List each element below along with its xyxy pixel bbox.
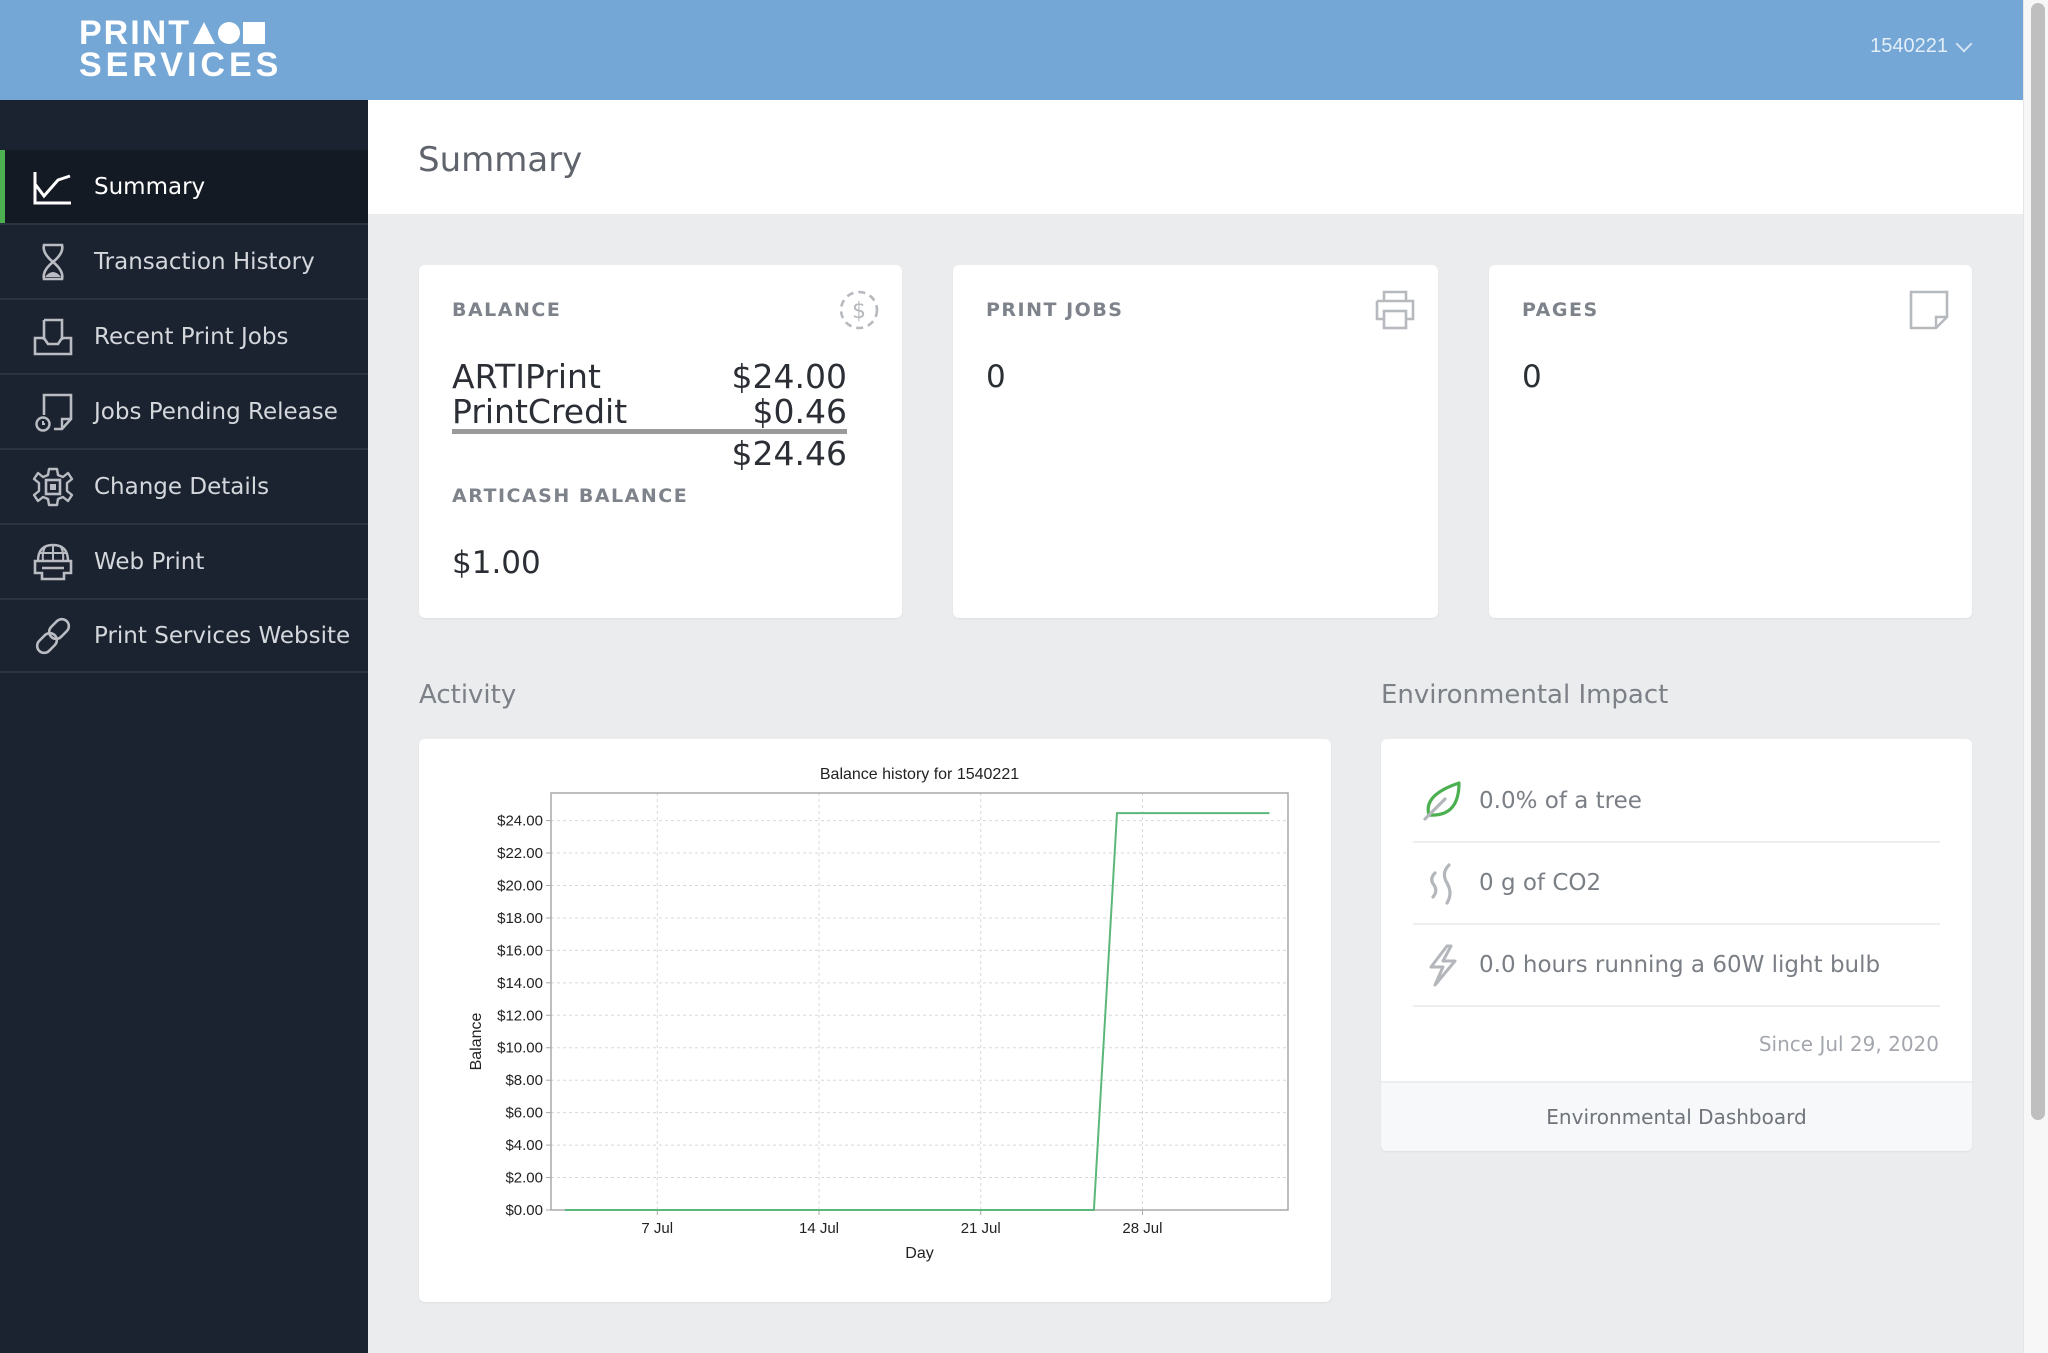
user-id: 1540221 <box>1870 35 1948 57</box>
print-services-logo[interactable]: PRINT SERVICES <box>79 14 283 84</box>
env-item-text: 0.0 hours running a 60W light bulb <box>1479 952 1881 978</box>
y-tick-label: $18.00 <box>497 910 543 927</box>
environmental-impact-title: Environmental Impact <box>1381 680 1669 710</box>
articash-balance-label: ARTICASH BALANCE <box>452 485 689 507</box>
env-item-co2: 0 g of CO2 <box>1413 843 1940 925</box>
sidebar-item-label: Print Services Website <box>94 622 351 649</box>
env-item-text: 0 g of CO2 <box>1479 870 1602 896</box>
y-tick-label: $20.00 <box>497 877 543 894</box>
pages-value: 0 <box>1522 359 1542 395</box>
hourglass-icon <box>42 243 64 280</box>
user-menu[interactable]: 1540221 <box>1870 35 1973 58</box>
chart-line-icon <box>33 171 71 204</box>
y-tick-label: $12.00 <box>497 1007 543 1024</box>
sidebar: Summary Transaction History Recent Print… <box>0 100 368 1353</box>
environmental-impact-card: 0.0% of a tree 0 g of CO2 0.0 hours runn… <box>1381 739 1972 1151</box>
balance-row-artiprint: ARTIPrint $24.00 <box>452 359 847 394</box>
link-icon <box>35 617 71 654</box>
x-tick-label: 21 Jul <box>961 1220 1001 1237</box>
chart-x-axis-label: Day <box>905 1245 933 1262</box>
chart-title: Balance history for 1540221 <box>820 766 1019 783</box>
balance-series-line <box>564 812 1270 1211</box>
inbox-tray-icon <box>33 318 73 355</box>
print-jobs-label: PRINT JOBS <box>986 299 1124 321</box>
print-jobs-value: 0 <box>986 359 1006 395</box>
x-tick-label: 28 Jul <box>1122 1220 1162 1237</box>
lightning-icon <box>1429 944 1457 987</box>
balance-account-amount: $0.46 <box>752 392 847 431</box>
chart-y-axis-label: Balance <box>468 1012 485 1070</box>
env-item-text: 0.0% of a tree <box>1479 788 1642 814</box>
page-title: Summary <box>418 140 583 180</box>
top-header: PRINT SERVICES 1540221 <box>0 0 2023 100</box>
gear-icon <box>32 467 74 506</box>
env-since-date: Since Jul 29, 2020 <box>1758 1032 1939 1056</box>
svg-text:$: $ <box>852 299 866 324</box>
balance-label: BALANCE <box>452 299 562 321</box>
sidebar-item-recent-print-jobs[interactable]: Recent Print Jobs <box>0 300 368 375</box>
env-item-light-bulb: 0.0 hours running a 60W light bulb <box>1413 925 1940 1007</box>
y-tick-label: $8.00 <box>505 1072 543 1089</box>
balance-account-name: ARTIPrint <box>452 357 601 396</box>
globe-printer-icon <box>33 543 73 580</box>
sidebar-item-change-details[interactable]: Change Details <box>0 450 368 525</box>
sidebar-item-jobs-pending-release[interactable]: Jobs Pending Release <box>0 375 368 450</box>
y-tick-label: $10.00 <box>497 1040 543 1057</box>
logo-shapes-icon <box>193 22 265 44</box>
activity-title: Activity <box>419 680 517 710</box>
logo-line2: SERVICES <box>79 46 283 84</box>
page-scrollbar[interactable] <box>2023 0 2048 1353</box>
sidebar-item-label: Jobs Pending Release <box>94 398 338 425</box>
leaf-icon <box>1423 781 1461 821</box>
sidebar-item-summary[interactable]: Summary <box>0 150 368 225</box>
scrollbar-thumb[interactable] <box>2031 3 2045 1120</box>
balance-account-amount: $24.00 <box>731 357 847 396</box>
y-tick-label: $4.00 <box>505 1137 543 1154</box>
pages-label: PAGES <box>1522 299 1599 321</box>
balance-account-name: PrintCredit <box>452 392 628 431</box>
balance-card: BALANCE $ ARTIPrint $24.00 PrintCredit $… <box>419 265 902 618</box>
smoke-icon <box>1430 863 1452 905</box>
sidebar-item-label: Recent Print Jobs <box>94 323 289 350</box>
sidebar-item-transaction-history[interactable]: Transaction History <box>0 225 368 300</box>
sidebar-item-web-print[interactable]: Web Print <box>0 525 368 600</box>
y-tick-label: $6.00 <box>505 1105 543 1122</box>
y-tick-label: $14.00 <box>497 975 543 992</box>
x-tick-label: 14 Jul <box>799 1220 839 1237</box>
sidebar-item-print-services-website[interactable]: Print Services Website <box>0 600 368 673</box>
sidebar-item-label: Web Print <box>94 548 205 575</box>
sidebar-item-label: Change Details <box>94 473 270 500</box>
balance-total: $24.46 <box>731 434 847 473</box>
y-tick-label: $22.00 <box>497 845 543 862</box>
page-title-bar: Summary <box>368 100 2023 214</box>
sidebar-item-label: Transaction History <box>94 248 315 275</box>
dollar-circle-icon: $ <box>839 290 879 330</box>
env-item-tree: 0.0% of a tree <box>1413 761 1940 843</box>
y-tick-label: $24.00 <box>497 813 543 830</box>
balance-row-printcredit: PrintCredit $0.46 <box>452 394 847 429</box>
y-tick-label: $2.00 <box>505 1170 543 1187</box>
y-tick-label: $16.00 <box>497 942 543 959</box>
printer-icon <box>1375 290 1415 330</box>
logo-line1: PRINT <box>79 14 191 52</box>
page-icon <box>1909 290 1949 330</box>
pages-card: PAGES 0 <box>1489 265 1972 618</box>
sidebar-item-label: Summary <box>94 173 206 200</box>
articash-balance-value: $1.00 <box>452 545 541 581</box>
print-jobs-card: PRINT JOBS 0 <box>953 265 1438 618</box>
plot-frame <box>550 792 1289 1211</box>
y-tick-label: $0.00 <box>505 1202 543 1219</box>
activity-chart-card: $0.00 $2.00 $4.00 $6.00 $8.00 $10.00 $12.00 $14… <box>419 739 1331 1302</box>
x-tick-label: 7 Jul <box>641 1220 673 1237</box>
environmental-dashboard-link[interactable]: Environmental Dashboard <box>1381 1081 1972 1151</box>
page-clock-icon <box>35 393 73 432</box>
balance-history-chart: $0.00 $2.00 $4.00 $6.00 $8.00 $10.00 $12.00 $14… <box>468 766 1289 1262</box>
chevron-down-icon <box>1955 35 1973 52</box>
balance-breakdown: ARTIPrint $24.00 PrintCredit $0.46 $24.4… <box>452 359 847 471</box>
